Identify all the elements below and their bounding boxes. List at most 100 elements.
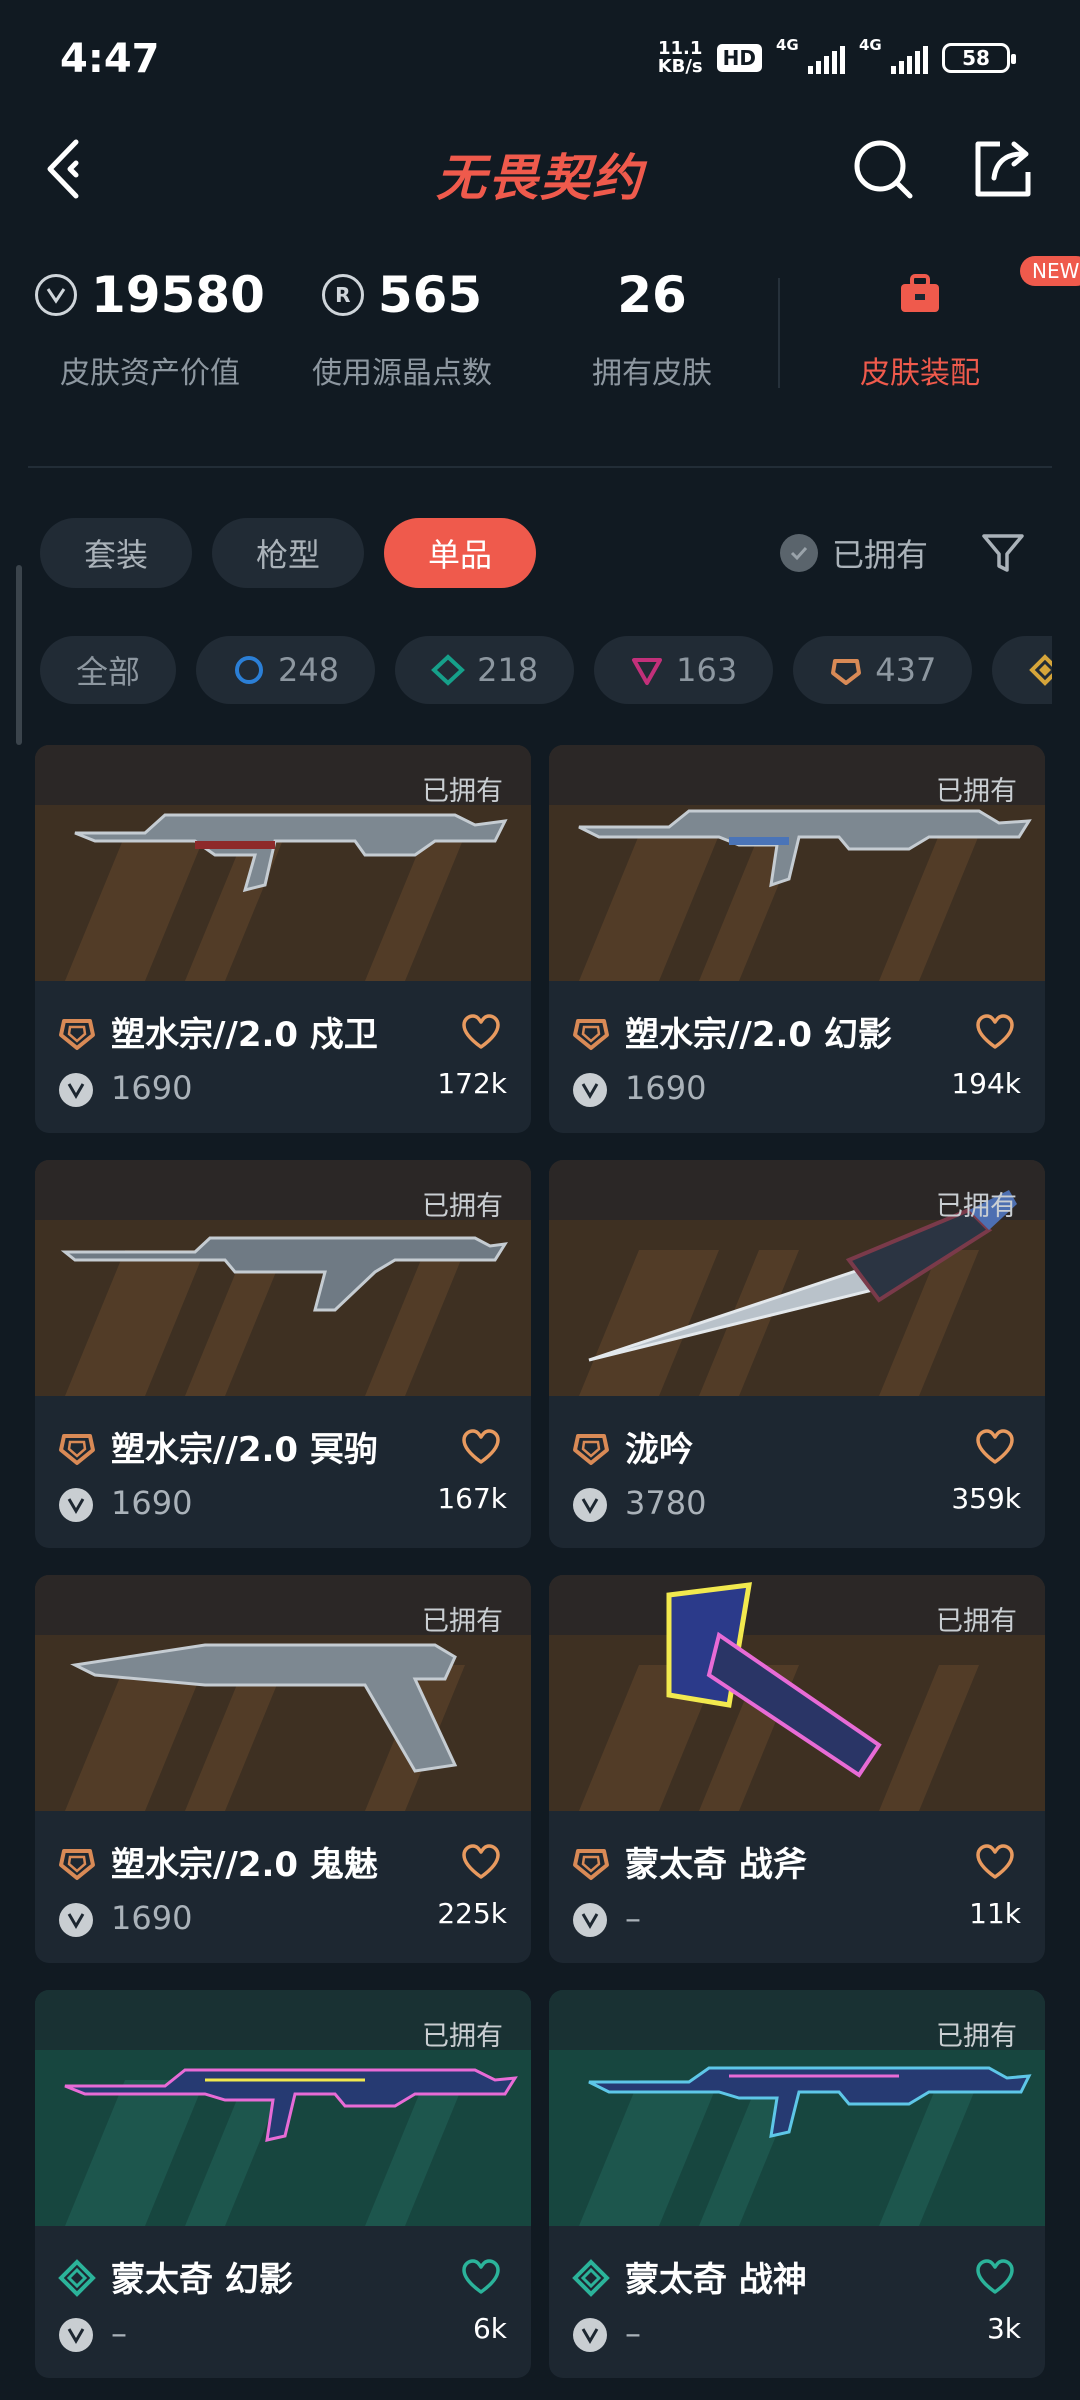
deluxe-tier-icon (431, 654, 466, 686)
status-bar: 4:47 11.1 KB/s HD 4G 4G 58 (0, 0, 1080, 120)
owned-label: 已拥有 (422, 776, 503, 807)
sim2-network-type: 4G (859, 36, 882, 54)
heart-icon[interactable] (461, 2258, 501, 2296)
skin-card[interactable]: 已拥有 蒙太奇 战神 – 3k (549, 1990, 1045, 2378)
deluxe-tier-icon (58, 2259, 96, 2297)
chip-exclusive-tier[interactable]: 437 (793, 636, 973, 704)
heart-icon[interactable] (461, 1843, 501, 1881)
skin-loadout-label: 皮肤装配 (860, 356, 980, 391)
sim1-network-type: 4G (776, 36, 799, 54)
heart-icon[interactable] (975, 2258, 1015, 2296)
exclusive-tier-icon (573, 1849, 609, 1880)
skin-name: 塑水宗//2.0 幻影 (625, 1015, 892, 1055)
asset-value: 19580 (91, 266, 265, 324)
owned-label: 已拥有 (422, 2021, 503, 2052)
heart-icon[interactable] (975, 1843, 1015, 1881)
chip-deluxe-tier[interactable]: 218 (395, 636, 575, 704)
premium-tier-icon (632, 658, 663, 685)
valorant-points-icon (59, 1488, 93, 1522)
skin-name: 蒙太奇 战斧 (625, 1845, 807, 1885)
tier-filter-chips: 全部 248 218 163 437 24 (40, 636, 1052, 704)
tab-single-items[interactable]: 单品 (384, 518, 537, 588)
skin-price: 1690 (111, 1069, 193, 1107)
search-icon (854, 140, 913, 199)
skin-name: 塑水宗//2.0 鬼魅 (111, 1845, 378, 1885)
chip-premium-tier[interactable]: 163 (594, 636, 774, 704)
network-speed-unit: KB/s (657, 56, 703, 77)
like-count: 194k (951, 1067, 1021, 1100)
share-button[interactable] (970, 136, 1036, 202)
owned-label: 已拥有 (422, 1191, 503, 1222)
section-divider (28, 466, 1052, 468)
skin-price: 1690 (111, 1899, 193, 1937)
skin-card[interactable]: 已拥有 蒙太奇 幻影 – 6k (35, 1990, 531, 2378)
tab-bundles[interactable]: 套装 (40, 518, 193, 588)
skin-card[interactable]: 已拥有 塑水宗//2.0 戍卫 1690 172k (35, 745, 531, 1133)
exclusive-tier-icon (59, 1019, 95, 1050)
skin-name: 蒙太奇 战神 (625, 2260, 807, 2300)
skin-card[interactable]: 已拥有 泷吟 3780 359k (549, 1160, 1045, 1548)
skin-price: – (111, 2314, 127, 2352)
like-count: 167k (437, 1482, 507, 1515)
skin-price: 3780 (625, 1484, 707, 1522)
skin-name: 塑水宗//2.0 戍卫 (111, 1015, 378, 1055)
asset-value-label: 皮肤资产价值 (60, 356, 240, 391)
like-count: 225k (437, 1897, 507, 1930)
app-title: 无畏契约 (436, 149, 644, 207)
valorant-points-icon (35, 274, 78, 316)
skin-name: 蒙太奇 幻影 (111, 2260, 293, 2300)
valorant-points-icon (573, 1073, 607, 1107)
heart-icon[interactable] (975, 1013, 1015, 1051)
filter-icon (982, 534, 1024, 572)
skin-name: 泷吟 (625, 1430, 693, 1470)
chip-select-tier[interactable]: 248 (196, 636, 376, 704)
asset-value-stat: 19580 皮肤资产价值 (20, 260, 280, 392)
exclusive-tier-icon (573, 1019, 609, 1050)
heart-icon[interactable] (461, 1428, 501, 1466)
skin-card[interactable]: 已拥有 蒙太奇 战斧 – 11k (549, 1575, 1045, 1963)
stats-panel: 19580 皮肤资产价值 R 565 使用源晶点数 26 拥有皮肤 NEW 皮肤… (0, 256, 1080, 420)
ultra-tier-icon (1029, 654, 1052, 686)
like-count: 6k (472, 2312, 507, 2345)
owned-label: 已拥有 (936, 1606, 1017, 1637)
status-icons: 11.1 KB/s HD 4G 4G 58 (657, 36, 1016, 77)
chip-all[interactable]: 全部 (40, 636, 177, 704)
like-count: 3k (986, 2312, 1021, 2345)
heart-icon[interactable] (461, 1013, 501, 1051)
scroll-indicator (16, 565, 22, 745)
skin-price: 1690 (111, 1484, 193, 1522)
heart-icon[interactable] (975, 1428, 1015, 1466)
skin-card[interactable]: 已拥有 塑水宗//2.0 幻影 1690 194k (549, 745, 1045, 1133)
share-icon (975, 141, 1031, 197)
tab-weapon-type[interactable]: 枪型 (212, 518, 365, 588)
skin-price: 1690 (625, 1069, 707, 1107)
signal-icon-sim2: 4G (859, 36, 928, 74)
owned-only-toggle[interactable]: 已拥有 (780, 530, 928, 576)
deluxe-tier-icon (572, 2259, 610, 2297)
exclusive-tier-icon (573, 1434, 609, 1465)
filter-button[interactable] (980, 530, 1026, 576)
owned-label: 已拥有 (422, 1606, 503, 1637)
owned-skins-stat: 26 拥有皮肤 (522, 260, 782, 392)
stats-divider (778, 278, 780, 388)
signal-icon-sim1: 4G (776, 36, 845, 74)
search-button[interactable] (850, 136, 916, 202)
skin-price: – (625, 1899, 641, 1937)
skin-name: 塑水宗//2.0 冥驹 (111, 1430, 378, 1470)
valorant-points-icon (59, 2318, 93, 2352)
select-tier-icon (235, 656, 264, 684)
exclusive-tier-icon (59, 1849, 95, 1880)
valorant-points-icon (573, 2318, 607, 2352)
skin-card[interactable]: 已拥有 塑水宗//2.0 鬼魅 1690 225k (35, 1575, 531, 1963)
valorant-points-icon (573, 1488, 607, 1522)
valorant-points-icon (573, 1903, 607, 1937)
status-time: 4:47 (60, 36, 160, 82)
chip-ultra-tier[interactable]: 24 (992, 636, 1052, 704)
like-count: 11k (969, 1897, 1021, 1930)
skin-loadout-button[interactable]: NEW 皮肤装配 (800, 256, 1080, 392)
radianite-stat: R 565 使用源晶点数 (272, 260, 532, 392)
owned-skins-label: 拥有皮肤 (592, 356, 712, 391)
skin-card[interactable]: 已拥有 塑水宗//2.0 冥驹 1690 167k (35, 1160, 531, 1548)
like-count: 359k (951, 1482, 1021, 1515)
app-header: 无畏契约 (0, 120, 1080, 220)
